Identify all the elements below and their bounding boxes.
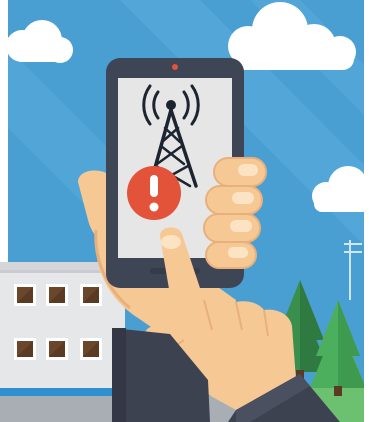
illustration-scene [0, 0, 369, 422]
right-margin [364, 0, 369, 422]
exclamation-icon [127, 166, 181, 220]
phone-camera [172, 64, 178, 70]
illustration-canvas [0, 0, 369, 422]
